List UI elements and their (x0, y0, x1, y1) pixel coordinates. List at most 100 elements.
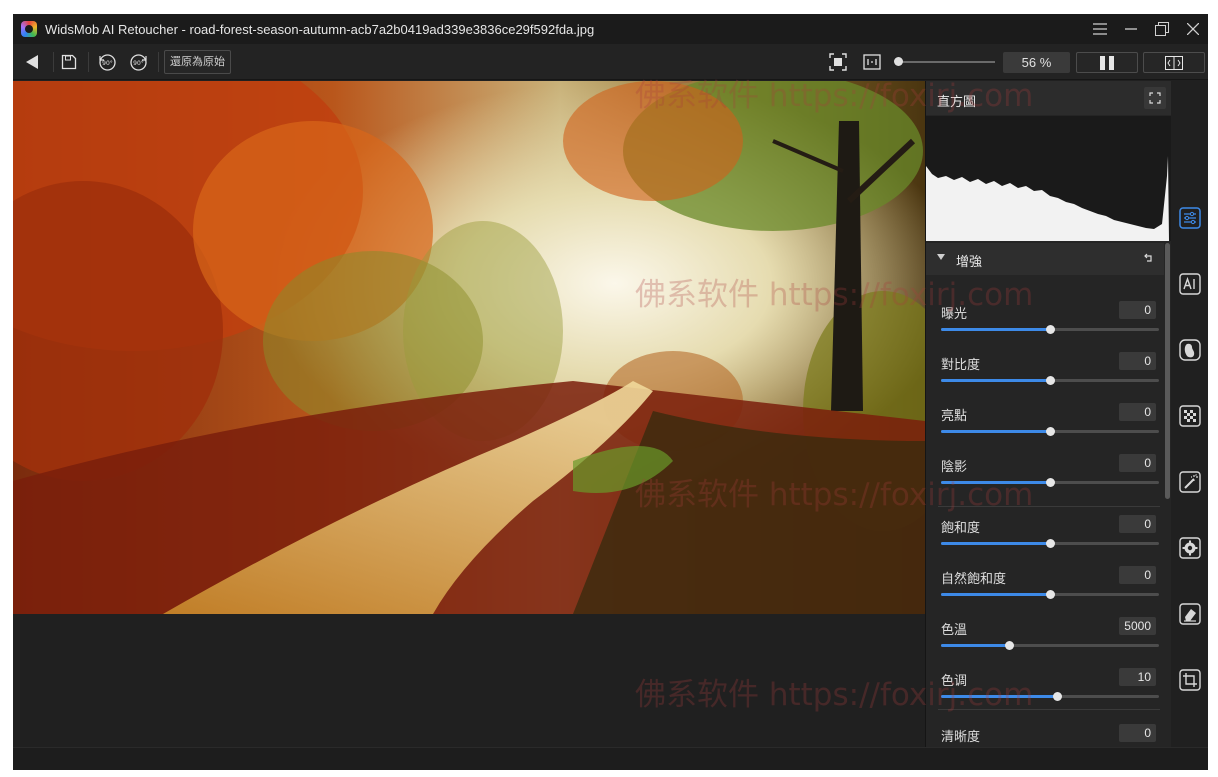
reset-section-icon[interactable] (1144, 252, 1154, 266)
zoom-level[interactable]: 56 % (1003, 52, 1070, 73)
slider-contrast: 對比度 0 (926, 347, 1164, 398)
eraser-icon[interactable] (1178, 602, 1202, 626)
slider-temperature: 色溫 5000 (926, 612, 1164, 663)
slider-label: 色调 (941, 673, 968, 688)
slider-value[interactable]: 0 (1119, 301, 1156, 319)
toolbar-divider (53, 52, 54, 72)
section-divider (938, 506, 1160, 507)
window-title: WidsMob AI Retoucher - road-forest-seaso… (45, 21, 595, 37)
svg-text:90°: 90° (133, 60, 144, 67)
slider-label: 陰影 (941, 459, 968, 474)
slider-highlights: 亮點 0 (926, 398, 1164, 449)
toolbar-divider (88, 52, 89, 72)
slider-fill (941, 644, 1009, 647)
fit-screen-icon[interactable] (827, 51, 849, 73)
menu-icon[interactable] (1084, 14, 1115, 44)
single-view-icon[interactable] (1076, 52, 1138, 73)
slider-fill (941, 695, 1057, 698)
rotate-right-90-icon[interactable]: 90° (127, 51, 149, 73)
slider-value[interactable]: 0 (1119, 515, 1156, 533)
window-controls (1084, 14, 1208, 44)
save-icon[interactable] (58, 51, 80, 73)
split-view-icon[interactable] (1143, 52, 1205, 73)
minimize-icon[interactable] (1115, 14, 1146, 44)
slider-track[interactable] (941, 427, 1159, 436)
app-logo-icon (21, 21, 37, 37)
slider-tint: 色调 10 (926, 663, 1164, 714)
title-bar: WidsMob AI Retoucher - road-forest-seaso… (13, 14, 1208, 44)
section-title: 增強 (956, 254, 983, 269)
slider-fill (941, 430, 1050, 433)
slider-label: 曝光 (941, 306, 968, 321)
section-divider (938, 709, 1160, 710)
portrait-icon[interactable] (1178, 338, 1202, 362)
slider-track[interactable] (941, 325, 1159, 334)
collapse-caret-icon[interactable] (937, 254, 945, 260)
slider-track[interactable] (941, 478, 1159, 487)
slider-label: 飽和度 (941, 520, 981, 535)
photo-preview[interactable] (13, 81, 925, 614)
slider-fill (941, 593, 1050, 596)
histogram-header: 直方圖 (926, 81, 1172, 115)
slider-label: 對比度 (941, 357, 981, 372)
panel-scrollbar[interactable] (1165, 243, 1170, 499)
slider-fill (941, 481, 1050, 484)
slider-handle[interactable] (1046, 427, 1055, 436)
slider-handle[interactable] (1046, 539, 1055, 548)
slider-track[interactable] (941, 539, 1159, 548)
zoom-slider-track[interactable] (897, 61, 995, 63)
slider-exposure: 曝光 0 (926, 296, 1164, 347)
close-icon[interactable] (1177, 14, 1208, 44)
noise-icon[interactable] (1178, 404, 1202, 428)
magic-wand-icon[interactable] (1178, 470, 1202, 494)
slider-saturation: 飽和度 0 (926, 510, 1164, 561)
slider-track[interactable] (941, 590, 1159, 599)
slider-handle[interactable] (1046, 325, 1055, 334)
slider-label: 自然飽和度 (941, 571, 1007, 586)
maximize-icon[interactable] (1146, 14, 1177, 44)
toolbar-divider (158, 52, 159, 72)
slider-track[interactable] (941, 641, 1159, 650)
autumn-forest-road-image (13, 81, 925, 614)
slider-fill (941, 328, 1050, 331)
slider-value[interactable]: 0 (1119, 403, 1156, 421)
slider-label: 亮點 (941, 408, 968, 423)
slider-value[interactable]: 10 (1119, 668, 1156, 686)
slider-label: 清晰度 (941, 729, 981, 744)
slider-value[interactable]: 5000 (1119, 617, 1156, 635)
rotate-left-90-icon[interactable]: 90° (96, 51, 118, 73)
slider-track[interactable] (941, 376, 1159, 385)
slider-value[interactable]: 0 (1119, 566, 1156, 584)
slider-clarity: 清晰度 0 (926, 719, 1164, 747)
app-window: WidsMob AI Retoucher - road-forest-seaso… (13, 14, 1208, 770)
slider-handle[interactable] (1046, 590, 1055, 599)
histogram (926, 116, 1172, 241)
slider-value[interactable]: 0 (1119, 724, 1156, 742)
ai-icon[interactable] (1178, 272, 1202, 296)
tool-rail (1171, 81, 1208, 747)
expand-icon[interactable] (1144, 87, 1166, 109)
slider-handle[interactable] (1046, 376, 1055, 385)
reset-original-button[interactable]: 還原為原始 (164, 50, 231, 74)
slider-vibrance: 自然飽和度 0 (926, 561, 1164, 612)
slider-fill (941, 379, 1050, 382)
histogram-graph (926, 116, 1172, 241)
histogram-title: 直方圖 (937, 94, 977, 109)
crop-icon[interactable] (1178, 668, 1202, 692)
adjustments-icon[interactable] (1178, 206, 1202, 230)
back-arrow-icon[interactable] (21, 51, 43, 73)
slider-handle[interactable] (1046, 478, 1055, 487)
slider-fill (941, 542, 1050, 545)
slider-handle[interactable] (1004, 641, 1014, 650)
actual-size-icon[interactable] (861, 51, 883, 73)
enhance-section-header[interactable]: 增強 (926, 243, 1164, 275)
slider-value[interactable]: 0 (1119, 454, 1156, 472)
slider-label: 色溫 (941, 622, 968, 637)
zoom-slider-handle[interactable] (893, 57, 903, 66)
status-bar (13, 747, 1208, 770)
slider-track[interactable] (941, 692, 1159, 701)
gear-icon[interactable] (1178, 536, 1202, 560)
slider-handle[interactable] (1052, 692, 1062, 701)
adjustments-panel: 直方圖 增強 曝光 0 對比度 0 亮點 0 陰影 0 飽和度 0 自然飽和度 … (925, 81, 1172, 747)
slider-value[interactable]: 0 (1119, 352, 1156, 370)
